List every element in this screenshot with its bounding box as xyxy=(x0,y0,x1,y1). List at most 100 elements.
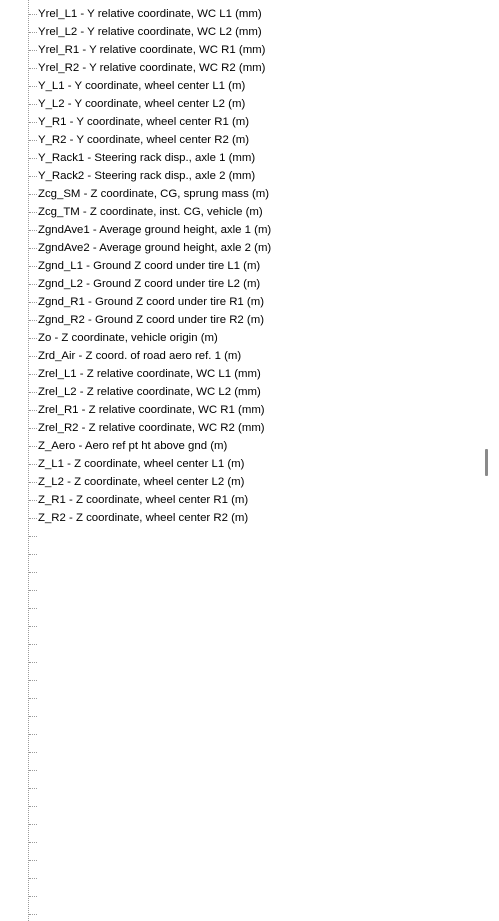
empty-tree-row xyxy=(0,833,484,851)
tree-item-label: Zrel_L2 - Z relative coordinate, WC L2 (… xyxy=(38,386,261,398)
empty-tree-row xyxy=(0,617,484,635)
tree-connector-line xyxy=(29,842,37,843)
tree-item[interactable]: Y_R2 - Y coordinate, wheel center R2 (m) xyxy=(0,131,484,149)
empty-tree-row xyxy=(0,707,484,725)
scrollbar-thumb[interactable] xyxy=(485,449,488,476)
empty-tree-row xyxy=(0,581,484,599)
tree-item-label: Y_Rack2 - Steering rack disp., axle 2 (m… xyxy=(38,170,256,182)
tree-connector-line xyxy=(29,176,37,177)
tree-connector-line xyxy=(29,32,37,33)
tree-item[interactable]: Zrel_L1 - Z relative coordinate, WC L1 (… xyxy=(0,365,484,383)
tree-item[interactable]: Z_R2 - Z coordinate, wheel center R2 (m) xyxy=(0,509,484,527)
empty-tree-row xyxy=(0,815,484,833)
tree-connector-line xyxy=(29,446,37,447)
tree-connector-line xyxy=(29,896,37,897)
empty-tree-row xyxy=(0,689,484,707)
tree-connector-line xyxy=(29,248,37,249)
tree-connector-line xyxy=(29,140,37,141)
tree-item-label: Z_R1 - Z coordinate, wheel center R1 (m) xyxy=(38,494,249,506)
empty-tree-row xyxy=(0,563,484,581)
tree-connector-line xyxy=(29,158,37,159)
tree-connector-line xyxy=(29,662,37,663)
tree-connector-line xyxy=(29,518,37,519)
tree-item[interactable]: Z_R1 - Z coordinate, wheel center R1 (m) xyxy=(0,491,484,509)
tree-connector-line xyxy=(29,644,37,645)
tree-connector-line xyxy=(29,266,37,267)
tree-item-label: Y_R1 - Y coordinate, wheel center R1 (m) xyxy=(38,116,250,128)
tree-connector-line xyxy=(29,752,37,753)
tree-connector-line xyxy=(29,392,37,393)
tree-connector-line xyxy=(29,464,37,465)
tree-connector-line xyxy=(29,14,37,15)
empty-tree-row xyxy=(0,905,484,921)
tree-item-label: Yrel_R2 - Y relative coordinate, WC R2 (… xyxy=(38,62,266,74)
tree-connector-line xyxy=(29,770,37,771)
tree-item[interactable]: Z_Aero - Aero ref pt ht above gnd (m) xyxy=(0,437,484,455)
tree-item-label: Z_R2 - Z coordinate, wheel center R2 (m) xyxy=(38,512,249,524)
empty-tree-row xyxy=(0,779,484,797)
tree-item-label: Y_L1 - Y coordinate, wheel center L1 (m) xyxy=(38,80,246,92)
tree-item[interactable]: Zgnd_R2 - Ground Z coord under tire R2 (… xyxy=(0,311,484,329)
tree-item-label: Zcg_TM - Z coordinate, inst. CG, vehicle… xyxy=(38,206,263,218)
tree-item[interactable]: ZgndAve1 - Average ground height, axle 1… xyxy=(0,221,484,239)
tree-item-label: ZgndAve1 - Average ground height, axle 1… xyxy=(38,224,272,236)
tree-item[interactable]: Zrd_Air - Z coord. of road aero ref. 1 (… xyxy=(0,347,484,365)
tree-item[interactable]: Zcg_TM - Z coordinate, inst. CG, vehicle… xyxy=(0,203,484,221)
tree-connector-line xyxy=(29,716,37,717)
tree-item[interactable]: Zgnd_L2 - Ground Z coord under tire L2 (… xyxy=(0,275,484,293)
tree-item[interactable]: Z_L1 - Z coordinate, wheel center L1 (m) xyxy=(0,455,484,473)
tree-item[interactable]: Y_L1 - Y coordinate, wheel center L1 (m) xyxy=(0,77,484,95)
tree-item[interactable]: Zrel_R2 - Z relative coordinate, WC R2 (… xyxy=(0,419,484,437)
tree-item[interactable]: Y_Rack2 - Steering rack disp., axle 2 (m… xyxy=(0,167,484,185)
tree-item[interactable]: Y_L2 - Y coordinate, wheel center L2 (m) xyxy=(0,95,484,113)
tree-connector-line xyxy=(29,878,37,879)
tree-connector-line xyxy=(29,320,37,321)
tree-item-label: Y_Rack1 - Steering rack disp., axle 1 (m… xyxy=(38,152,256,164)
tree-item-label: Zrel_R1 - Z relative coordinate, WC R1 (… xyxy=(38,404,265,416)
tree-connector-line xyxy=(29,554,37,555)
variable-tree-list: Yrel_L1 - Y relative coordinate, WC L1 (… xyxy=(0,5,484,921)
tree-item[interactable]: ZgndAve2 - Average ground height, axle 2… xyxy=(0,239,484,257)
tree-item-label: Zgnd_R1 - Ground Z coord under tire R1 (… xyxy=(38,296,265,308)
tree-item[interactable]: Yrel_R2 - Y relative coordinate, WC R2 (… xyxy=(0,59,484,77)
tree-item[interactable]: Zo - Z coordinate, vehicle origin (m) xyxy=(0,329,484,347)
tree-item-label: Y_R2 - Y coordinate, wheel center R2 (m) xyxy=(38,134,250,146)
tree-connector-line xyxy=(29,194,37,195)
tree-connector-line xyxy=(29,788,37,789)
tree-item[interactable]: Zcg_SM - Z coordinate, CG, sprung mass (… xyxy=(0,185,484,203)
tree-connector-line xyxy=(29,536,37,537)
tree-item[interactable]: Zgnd_R1 - Ground Z coord under tire R1 (… xyxy=(0,293,484,311)
tree-item-label: Zgnd_L2 - Ground Z coord under tire L2 (… xyxy=(38,278,261,290)
tree-connector-line xyxy=(29,590,37,591)
tree-item[interactable]: Z_L2 - Z coordinate, wheel center L2 (m) xyxy=(0,473,484,491)
tree-connector-line xyxy=(29,824,37,825)
empty-tree-row xyxy=(0,653,484,671)
empty-tree-row xyxy=(0,797,484,815)
tree-connector-line xyxy=(29,410,37,411)
empty-tree-row xyxy=(0,851,484,869)
tree-item-label: Zrel_L1 - Z relative coordinate, WC L1 (… xyxy=(38,368,261,380)
tree-connector-line xyxy=(29,230,37,231)
tree-item[interactable]: Y_R1 - Y coordinate, wheel center R1 (m) xyxy=(0,113,484,131)
tree-item[interactable]: Zrel_R1 - Z relative coordinate, WC R1 (… xyxy=(0,401,484,419)
tree-item-label: Zrel_R2 - Z relative coordinate, WC R2 (… xyxy=(38,422,265,434)
tree-connector-line xyxy=(29,860,37,861)
tree-connector-line xyxy=(29,86,37,87)
tree-item[interactable]: Yrel_L2 - Y relative coordinate, WC L2 (… xyxy=(0,23,484,41)
tree-connector-line xyxy=(29,608,37,609)
tree-connector-line xyxy=(29,68,37,69)
tree-connector-line xyxy=(29,50,37,51)
empty-tree-row xyxy=(0,599,484,617)
empty-tree-row xyxy=(0,869,484,887)
tree-item[interactable]: Zrel_L2 - Z relative coordinate, WC L2 (… xyxy=(0,383,484,401)
empty-tree-row xyxy=(0,761,484,779)
tree-item-label: Zgnd_L1 - Ground Z coord under tire L1 (… xyxy=(38,260,261,272)
tree-item[interactable]: Zgnd_L1 - Ground Z coord under tire L1 (… xyxy=(0,257,484,275)
tree-connector-line xyxy=(29,482,37,483)
tree-item[interactable]: Y_Rack1 - Steering rack disp., axle 1 (m… xyxy=(0,149,484,167)
tree-item[interactable]: Yrel_L1 - Y relative coordinate, WC L1 (… xyxy=(0,5,484,23)
tree-connector-line xyxy=(29,806,37,807)
tree-item[interactable]: Yrel_R1 - Y relative coordinate, WC R1 (… xyxy=(0,41,484,59)
tree-connector-line xyxy=(29,626,37,627)
vertical-scrollbar[interactable] xyxy=(484,0,499,921)
